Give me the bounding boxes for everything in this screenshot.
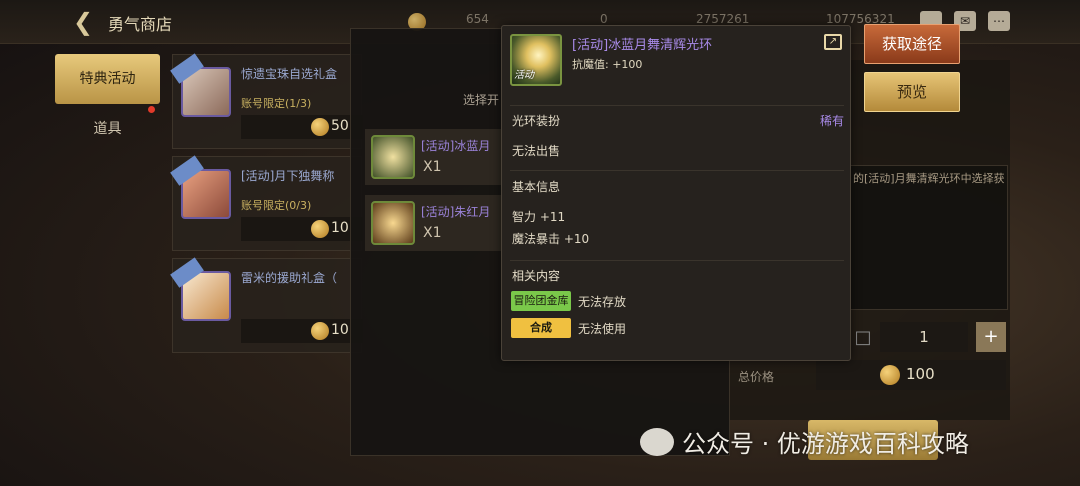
option-qty: X1 xyxy=(423,225,442,241)
shop-title: 勇气商店 xyxy=(108,15,173,34)
stat-intelligence: 智力 +11 xyxy=(512,210,566,224)
option-qty: X1 xyxy=(423,159,442,175)
total-price-label: 总价格 xyxy=(738,370,775,384)
item-price: 10 xyxy=(331,322,349,338)
option-item[interactable]: [活动]冰蓝月 X1 xyxy=(365,129,505,185)
item-name: [活动]月下独舞称 xyxy=(241,169,335,183)
divider xyxy=(510,105,844,106)
resource-2: 0 xyxy=(600,12,608,26)
option-icon xyxy=(371,135,415,179)
badge-guild-vault: 冒险团金库 xyxy=(511,291,571,311)
share-icon[interactable]: ↗ xyxy=(824,34,842,50)
rarity-label: 稀有 xyxy=(820,114,845,128)
item-price: 10 xyxy=(331,220,349,236)
coin-icon xyxy=(311,220,329,238)
quantity-value[interactable]: 1 xyxy=(880,322,968,352)
coin-icon xyxy=(880,365,900,385)
quantity-minus-button[interactable]: □ xyxy=(848,324,878,352)
item-limit: 账号限定(1/3) xyxy=(241,97,312,110)
item-price-box: 10 xyxy=(241,217,363,241)
quantity-plus-button[interactable]: + xyxy=(976,322,1006,352)
stat-magic-crit: 魔法暴击 +10 xyxy=(512,232,590,246)
guild-vault-text: 无法存放 xyxy=(578,295,627,309)
notification-dot xyxy=(148,106,155,113)
divider xyxy=(510,170,844,171)
tab-items[interactable]: 道具 xyxy=(55,104,160,154)
option-name: [活动]朱红月 xyxy=(421,205,491,219)
synthesis-text: 无法使用 xyxy=(578,322,627,336)
coin-icon xyxy=(311,322,329,340)
coin-icon xyxy=(311,118,329,136)
resource-3: 2757261 xyxy=(696,12,750,26)
back-arrow-icon[interactable]: ❮ xyxy=(68,8,98,36)
item-name: 惊遗宝珠自选礼盒 xyxy=(241,67,338,81)
option-icon xyxy=(371,201,415,245)
badge-synthesis: 合成 xyxy=(511,318,571,338)
divider xyxy=(510,260,844,261)
aura-item-icon: 活动 xyxy=(510,34,562,86)
wechat-icon xyxy=(640,428,674,456)
event-tag: 活动 xyxy=(514,70,534,81)
total-price-box: 100 xyxy=(816,360,1006,390)
watermark: 公众号 · 优游游戏百科攻略 xyxy=(682,430,969,458)
tooltip-title: [活动]冰蓝月舞清辉光环 xyxy=(572,38,713,53)
section-aura: 光环装扮 xyxy=(512,114,561,128)
item-limit: 账号限定(0/3) xyxy=(241,199,312,212)
chat-icon[interactable]: ⋯ xyxy=(988,11,1010,31)
item-description: 的[活动]月舞清辉光环中选择获 xyxy=(848,165,1008,310)
section-related: 相关内容 xyxy=(512,269,561,283)
item-price-box: 50 xyxy=(241,115,363,139)
shop-item-card[interactable]: 雷米的援助礼盒（ 10 xyxy=(170,257,363,353)
option-item[interactable]: [活动]朱红月 X1 xyxy=(365,195,505,251)
obtain-route-button[interactable]: 获取途径 xyxy=(864,24,960,64)
item-price-box: 10 xyxy=(241,319,363,343)
select-header: 选择开 xyxy=(463,93,500,107)
no-sell-text: 无法出售 xyxy=(512,144,561,158)
item-price: 50 xyxy=(331,118,349,134)
section-basic-info: 基本信息 xyxy=(512,180,561,194)
item-tooltip: 活动 [活动]冰蓝月舞清辉光环 抗魔值: +100 ↗ 光环装扮 稀有 无法出售… xyxy=(501,25,851,361)
preview-button[interactable]: 预览 xyxy=(864,72,960,112)
total-price: 100 xyxy=(906,365,935,383)
item-name: 雷米的援助礼盒（ xyxy=(241,271,338,285)
tab-special-event[interactable]: 特典活动 xyxy=(55,54,160,104)
option-name: [活动]冰蓝月 xyxy=(421,139,491,153)
shop-item-card[interactable]: [活动]月下独舞称 账号限定(0/3) 10 xyxy=(170,155,363,251)
resource-gold: 654 xyxy=(466,12,489,26)
shop-item-card[interactable]: 惊遗宝珠自选礼盒 账号限定(1/3) 50 xyxy=(170,53,363,149)
tooltip-stat: 抗魔值: +100 xyxy=(572,58,643,71)
